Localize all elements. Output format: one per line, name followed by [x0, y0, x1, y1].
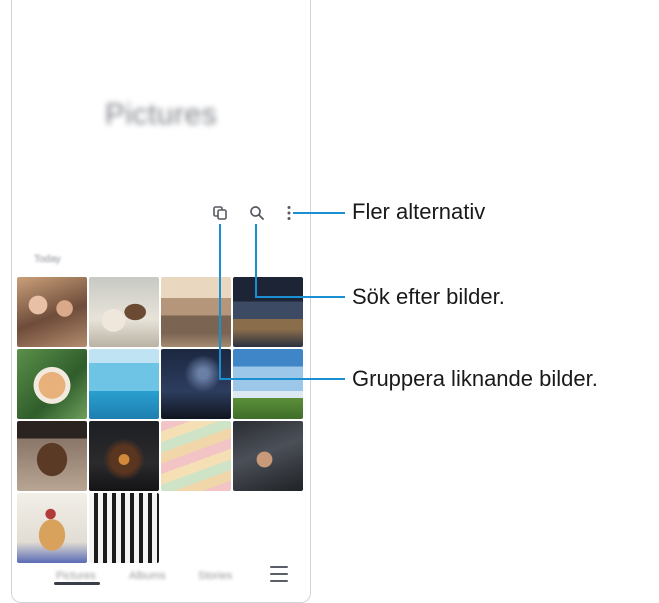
- callout-line-group-vertical: [219, 224, 221, 380]
- phone-screen: Pictures Today Pictures Albums Stories: [11, 0, 311, 603]
- callout-line-more-options: [293, 212, 345, 214]
- thumbnail-jazz-poster[interactable]: [89, 493, 159, 563]
- callout-line-group: [219, 378, 345, 380]
- callout-more-options: Fler alternativ: [352, 199, 486, 224]
- callout-search: Sök efter bilder.: [352, 284, 505, 309]
- thumbnail-sky-and-field[interactable]: [233, 349, 303, 419]
- active-tab-indicator: [54, 582, 100, 585]
- callout-line-search-vertical: [255, 224, 257, 298]
- thumbnail-puppy-and-kitten[interactable]: [89, 277, 159, 347]
- group-similar-icon[interactable]: [210, 203, 230, 223]
- section-label-today: Today: [34, 254, 61, 265]
- thumbnail-city-night[interactable]: [233, 277, 303, 347]
- thumbnail-campfire[interactable]: [89, 421, 159, 491]
- thumbnail-guitar-hands[interactable]: [233, 421, 303, 491]
- callout-group-similar: Gruppera liknande bilder.: [352, 366, 598, 391]
- thumbnail-sailboat[interactable]: [89, 349, 159, 419]
- thumbnail-chocolate-cake[interactable]: [17, 421, 87, 491]
- thumbnail-people-selfie[interactable]: [17, 277, 87, 347]
- tab-pictures[interactable]: Pictures: [56, 570, 96, 582]
- app-title: Pictures: [104, 98, 218, 131]
- tab-albums[interactable]: Albums: [129, 570, 166, 582]
- search-icon[interactable]: [247, 203, 267, 223]
- callout-line-search: [255, 296, 345, 298]
- thumbnail-macarons[interactable]: [161, 421, 231, 491]
- thumbnail-pancakes[interactable]: [17, 493, 87, 563]
- tab-stories[interactable]: Stories: [198, 570, 232, 582]
- thumbnail-corgi-dog[interactable]: [17, 349, 87, 419]
- menu-icon[interactable]: [270, 566, 288, 582]
